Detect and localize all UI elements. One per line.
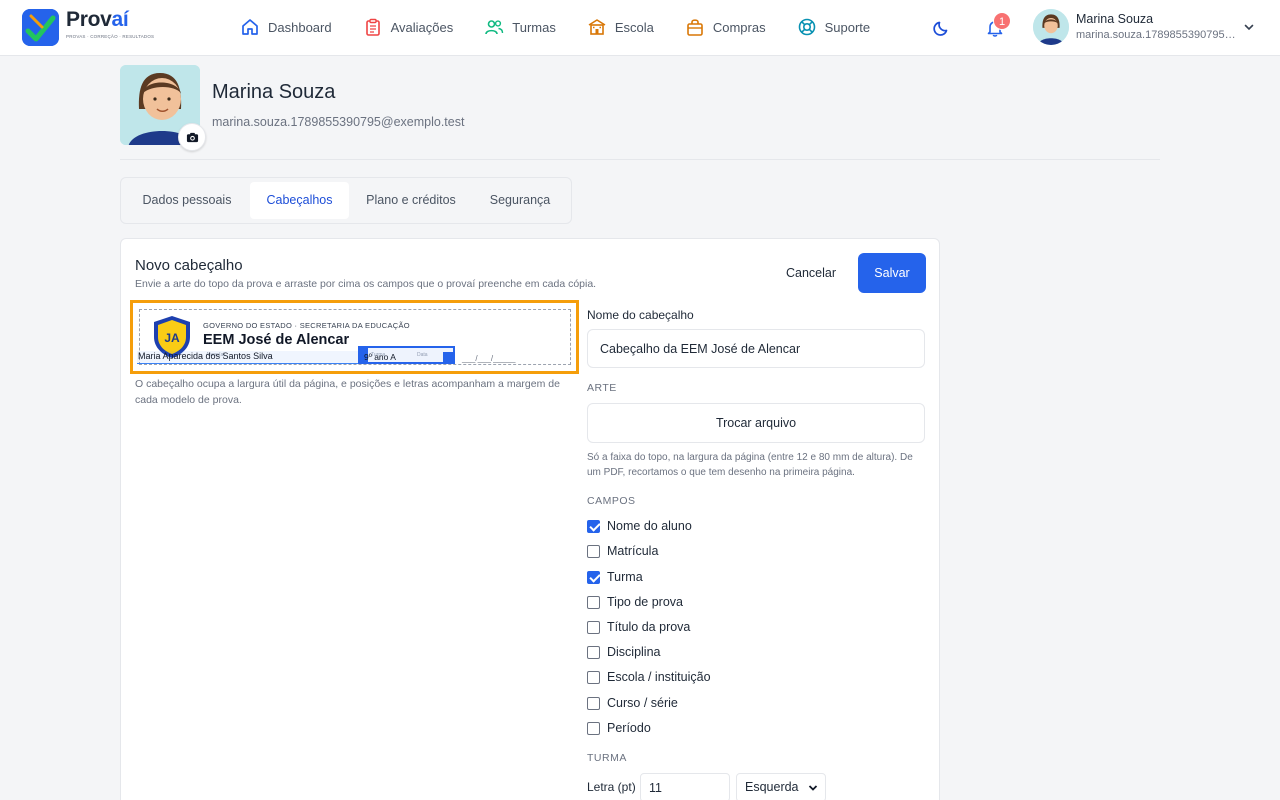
header-name-label: Nome do cabeçalho [587, 308, 694, 322]
nav-item-dashboard[interactable]: Dashboard [240, 16, 332, 38]
nav-item-compras[interactable]: Compras [685, 16, 766, 38]
checkbox[interactable] [587, 595, 600, 609]
chevron-down-icon [808, 785, 818, 791]
nav-item-label: Dashboard [268, 19, 332, 35]
save-button[interactable]: Salvar [858, 253, 926, 293]
replace-file-button[interactable]: Trocar arquivo [587, 403, 925, 443]
header-preview[interactable]: JA GOVERNO DO ESTADO · SECRETARIA DA EDU… [130, 300, 579, 374]
checkbox-label: Turma [607, 570, 643, 584]
clipboard-icon [365, 18, 380, 36]
nav-item-label: Suporte [824, 19, 871, 35]
class-section-label: TURMA [587, 752, 627, 764]
checkbox-label: Título da prova [607, 620, 691, 634]
tab-dados-pessoais[interactable]: Dados pessoais [125, 182, 249, 219]
school-icon [588, 19, 606, 35]
alignment-select[interactable]: Esquerda [736, 773, 826, 800]
preview-note: O cabeçalho ocupa a largura útil da pági… [135, 378, 560, 406]
class-field-value: 9º ano A [364, 352, 396, 362]
user-menu[interactable]: Marina Souza marina.souza.1789855390795@… [1033, 9, 1236, 45]
tab-cabecalhos[interactable]: Cabeçalhos [250, 182, 349, 219]
field-checkbox-titulo-prova[interactable]: Título da prova [587, 619, 690, 635]
cancel-button[interactable]: Cancelar [771, 253, 851, 293]
nav-item-suporte[interactable]: Suporte [797, 16, 871, 38]
camera-icon [186, 132, 198, 142]
brand-name: Prov [66, 8, 112, 31]
tab-plano-creditos[interactable]: Plano e créditos [351, 182, 471, 219]
student-name-field-overlay[interactable]: Maria Aparecida dos Santos Silva [137, 351, 359, 364]
preview-school-name: EEM José de Alencar [203, 332, 350, 348]
avatar [1033, 9, 1069, 45]
checkbox[interactable] [587, 645, 600, 659]
lifebuoy-icon [798, 18, 815, 36]
field-checkbox-escola[interactable]: Escola / instituição [587, 669, 711, 685]
nav-item-label: Escola [614, 19, 654, 35]
profile-email: marina.souza.1789855390795@exemplo.test [212, 115, 465, 129]
alignment-value: Esquerda [745, 780, 799, 794]
checkbox-label: Período [607, 721, 651, 735]
field-checkbox-nome-aluno[interactable]: Nome do aluno [587, 518, 692, 534]
change-photo-button[interactable] [178, 123, 206, 151]
preview-date-placeholder: ___/___/_____ [462, 354, 516, 363]
nav-item-escola[interactable]: Escola [587, 16, 654, 38]
checkbox-label: Tipo de prova [607, 595, 683, 609]
nav-item-label: Avaliações [390, 19, 454, 35]
user-name: Marina Souza [1076, 12, 1154, 26]
brand-tagline: PROVAS · CORREÇÃO · RESULTADOS [66, 34, 155, 39]
font-size-label: Letra (pt) [587, 780, 636, 794]
checkbox-label: Nome do aluno [607, 519, 692, 533]
brand-name-accent: aí [111, 8, 129, 31]
settings-tabs: Dados pessoais Cabeçalhos Plano e crédit… [120, 177, 572, 224]
art-section-label: ARTE [587, 382, 617, 394]
field-checkbox-turma[interactable]: Turma [587, 569, 643, 585]
field-checkbox-curso-serie[interactable]: Curso / série [587, 695, 678, 711]
checkbox[interactable] [587, 670, 600, 684]
fields-section-label: CAMPOS [587, 495, 636, 507]
checkbox-label: Disciplina [607, 645, 661, 659]
card-subtitle: Envie a arte do topo da prova e arraste … [135, 278, 597, 290]
section-divider [120, 159, 1160, 160]
card-title: Novo cabeçalho [135, 257, 243, 274]
checkbox-label: Escola / instituição [607, 670, 711, 684]
font-size-input[interactable] [640, 773, 730, 800]
resize-handle[interactable] [443, 352, 455, 364]
checkbox-label: Matrícula [607, 544, 659, 558]
user-email: marina.souza.1789855390795@exemplo.test [1076, 29, 1236, 41]
notification-badge: 1 [993, 12, 1011, 30]
brand-logo[interactable]: Provaí PROVAS · CORREÇÃO · RESULTADOS [22, 9, 154, 46]
field-checkbox-periodo[interactable]: Período [587, 720, 651, 736]
chevron-down-icon[interactable] [1243, 21, 1255, 33]
users-icon [485, 20, 504, 35]
tab-seguranca[interactable]: Segurança [473, 182, 567, 219]
shield-initials: JA [164, 331, 180, 345]
header-name-input[interactable] [587, 329, 925, 368]
nav-item-label: Turmas [512, 19, 556, 35]
nav-item-turmas[interactable]: Turmas [484, 16, 556, 38]
preview-gov-line: GOVERNO DO ESTADO · SECRETARIA DA EDUCAÇ… [203, 321, 410, 330]
main-nav: Dashboard Avaliações Turmas Escola Compr… [240, 16, 901, 38]
nav-item-label: Compras [712, 19, 766, 35]
field-checkbox-tipo-prova[interactable]: Tipo de prova [587, 594, 683, 610]
file-note: Só a faixa do topo, na largura da página… [587, 452, 913, 478]
profile-name: Marina Souza [212, 81, 336, 103]
field-checkbox-disciplina[interactable]: Disciplina [587, 644, 661, 660]
top-navbar: Provaí PROVAS · CORREÇÃO · RESULTADOS Da… [0, 0, 1280, 56]
checkbox[interactable] [587, 721, 600, 735]
checkbox[interactable] [587, 570, 600, 584]
shopping-bag-icon [687, 19, 703, 36]
checkbox[interactable] [587, 696, 600, 710]
checkbox[interactable] [587, 519, 600, 533]
header-editor-card: Novo cabeçalho Envie a arte do topo da p… [120, 238, 940, 800]
home-icon [242, 19, 258, 35]
class-field-overlay[interactable]: 9º ano A [358, 346, 455, 364]
moon-icon[interactable] [933, 19, 951, 37]
check-logo-icon [22, 9, 59, 46]
checkbox-label: Curso / série [607, 696, 678, 710]
checkbox[interactable] [587, 544, 600, 558]
checkbox[interactable] [587, 620, 600, 634]
field-checkbox-matricula[interactable]: Matrícula [587, 543, 658, 559]
nav-item-avaliacoes[interactable]: Avaliações [363, 16, 454, 38]
